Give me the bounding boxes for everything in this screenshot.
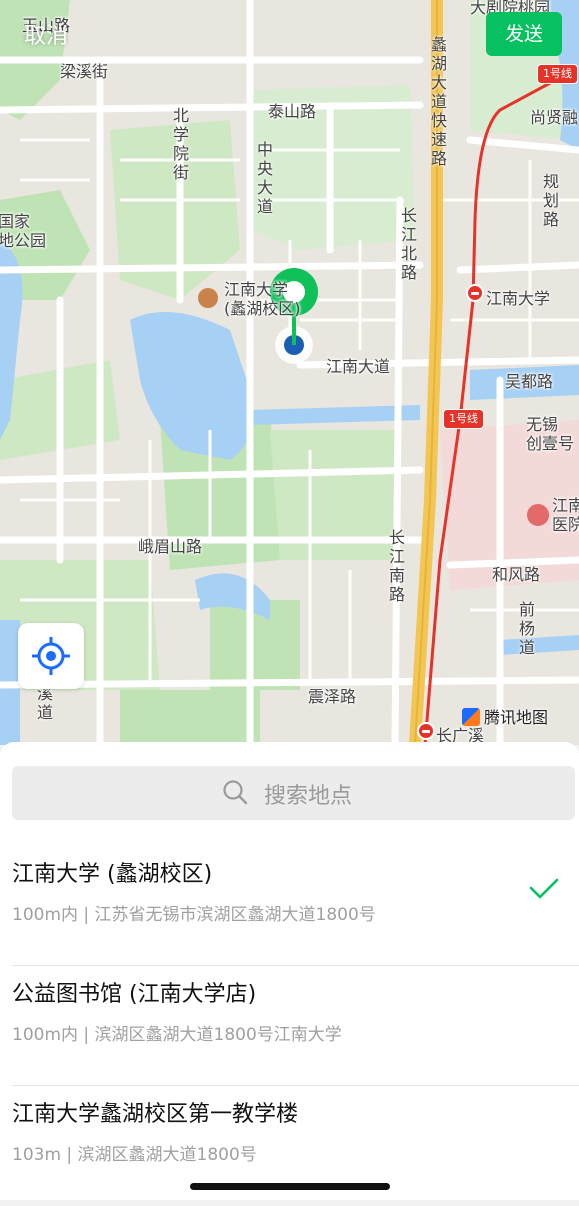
metro-station-icon <box>466 284 484 302</box>
send-button[interactable]: 发送 <box>486 12 562 56</box>
place-list-sheet: 搜索地点 江南大学 (蠡湖校区) 100m内 | 江苏省无锡市滨湖区蠡湖大道18… <box>0 742 579 1200</box>
school-poi-icon <box>198 288 218 308</box>
map-label: 长江南路 <box>388 528 405 604</box>
place-name: 江南大学蠡湖校区第一教学楼 <box>12 1102 299 1127</box>
place-address: 103m | 滨湖区蠡湖大道1800号 <box>12 1145 257 1165</box>
map-label: 吴都路 <box>505 372 554 391</box>
cancel-button[interactable]: 取消 <box>24 18 68 50</box>
place-item[interactable]: 公益图书馆 (江南大学店) 100m内 | 滨湖区蠡湖大道1800号江南大学 <box>0 966 579 1086</box>
map-label: 泰山路 <box>268 102 317 121</box>
map-label: 尚贤融 <box>530 108 579 127</box>
map-label: 江南大道 <box>326 357 391 376</box>
map-label: 前杨道 <box>518 600 535 657</box>
search-placeholder: 搜索地点 <box>264 784 353 809</box>
place-address: 100m内 | 滨湖区蠡湖大道1800号江南大学 <box>12 1025 342 1045</box>
map-watermark: 腾讯地图 <box>462 704 548 728</box>
crosshair-icon <box>32 637 70 675</box>
map-label: 峨眉山路 <box>138 537 203 556</box>
map-label: 北学院街 <box>172 106 189 182</box>
hospital-poi-icon <box>527 504 549 526</box>
map-label: 和风路 <box>492 565 541 584</box>
map-label: 长江北路 <box>400 206 417 282</box>
metro-line-badge: 1号线 <box>443 409 484 429</box>
search-input[interactable]: 搜索地点 <box>12 766 575 820</box>
map-label: 无锡 创壹号 <box>526 415 575 453</box>
place-name: 公益图书馆 (江南大学店) <box>12 982 257 1007</box>
map-label: 溪道 <box>36 684 53 722</box>
check-icon <box>529 878 559 899</box>
map-label: 规划路 <box>542 172 559 229</box>
map-label: 江南大学 <box>486 289 551 308</box>
home-indicator <box>190 1183 390 1190</box>
map-label: 国家 地公园 <box>0 212 47 250</box>
metro-station-icon <box>417 722 435 740</box>
place-item[interactable]: 江南大学 (蠡湖校区) 100m内 | 江苏省无锡市滨湖区蠡湖大道1800号 <box>0 846 579 966</box>
watermark-text: 腾讯地图 <box>484 708 549 727</box>
map-label: 震泽路 <box>308 687 357 706</box>
map-label: 蠡湖大道快速路 <box>430 35 447 168</box>
place-address: 100m内 | 江苏省无锡市滨湖区蠡湖大道1800号 <box>12 905 376 925</box>
map-label: 中央大道 <box>256 140 273 216</box>
locate-me-button[interactable] <box>18 623 84 689</box>
tencent-map-logo-icon <box>462 708 480 726</box>
map-view[interactable]: 玉山路 梁溪街 大剧院桃园 泰山路 北学院街 中央大道 蠡湖大道快速路 尚贤融 … <box>0 0 579 745</box>
place-name: 江南大学 (蠡湖校区) <box>12 862 213 887</box>
map-label: 江南 医院 <box>552 496 579 534</box>
map-label: 江南大学 (蠡湖校区) <box>224 280 301 318</box>
search-icon <box>223 780 248 805</box>
map-label: 梁溪街 <box>60 62 109 81</box>
metro-line-badge: 1号线 <box>537 64 578 84</box>
